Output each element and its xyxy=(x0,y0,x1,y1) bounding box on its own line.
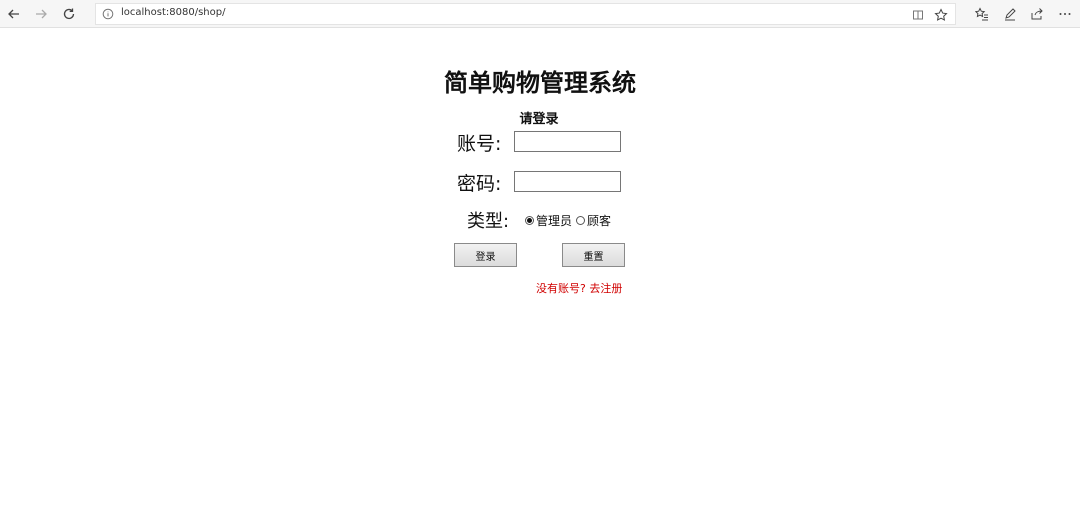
favorites-list-icon[interactable] xyxy=(972,4,992,24)
login-button[interactable]: 登录 xyxy=(454,243,517,267)
register-link[interactable]: 没有账号? 去注册 xyxy=(536,280,622,296)
pen-icon[interactable] xyxy=(1000,4,1020,24)
admin-radio-label: 管理员 xyxy=(536,214,573,228)
share-icon[interactable] xyxy=(1027,4,1047,24)
reading-view-icon[interactable] xyxy=(911,8,925,22)
more-options-icon[interactable] xyxy=(1055,4,1075,24)
refresh-icon[interactable] xyxy=(59,4,79,24)
favorite-star-icon[interactable] xyxy=(934,8,948,22)
account-label: 账号: xyxy=(457,133,502,155)
type-label: 类型: xyxy=(467,211,510,232)
forward-icon[interactable] xyxy=(31,4,51,24)
password-input[interactable] xyxy=(514,171,621,192)
password-label: 密码: xyxy=(457,173,502,195)
user-type-radio-group: 管理员 顾客 xyxy=(525,212,615,229)
account-input[interactable] xyxy=(514,131,621,152)
info-icon[interactable] xyxy=(102,8,114,20)
address-bar[interactable]: localhost:8080/shop/ xyxy=(95,3,956,25)
login-subtitle: 请登录 xyxy=(519,112,559,127)
customer-radio[interactable] xyxy=(576,216,586,225)
customer-radio-label: 顾客 xyxy=(587,214,612,228)
admin-radio[interactable] xyxy=(525,216,534,225)
back-icon[interactable] xyxy=(4,4,24,24)
reset-button[interactable]: 重置 xyxy=(562,243,625,267)
url-text: localhost:8080/shop/ xyxy=(121,7,226,18)
browser-toolbar: localhost:8080/shop/ xyxy=(0,0,1080,28)
page-title: 简单购物管理系统 xyxy=(444,69,636,97)
